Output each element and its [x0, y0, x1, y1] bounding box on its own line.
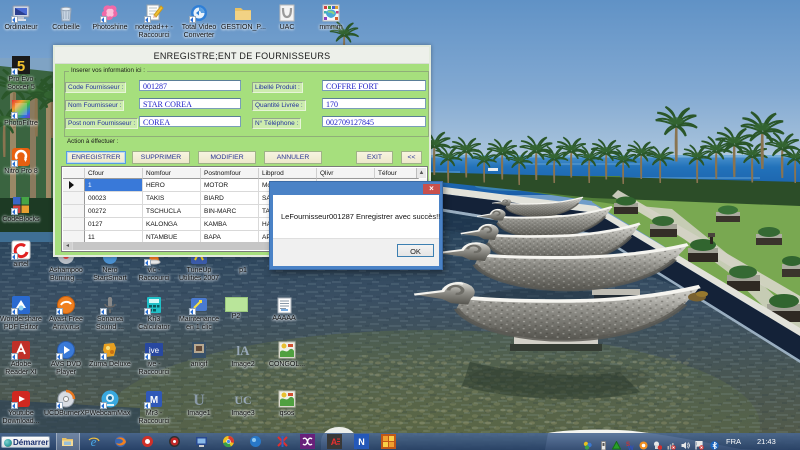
svg-text:A: A: [331, 437, 338, 447]
svg-text:e: e: [91, 435, 97, 448]
svg-text:UC: UC: [234, 393, 251, 407]
svg-text:M: M: [150, 395, 158, 406]
svg-text:U: U: [193, 392, 205, 409]
svg-text:W: W: [628, 446, 634, 450]
svg-text:5: 5: [17, 58, 25, 75]
svg-text:lA: lA: [237, 343, 251, 358]
svg-text:N: N: [358, 437, 365, 447]
